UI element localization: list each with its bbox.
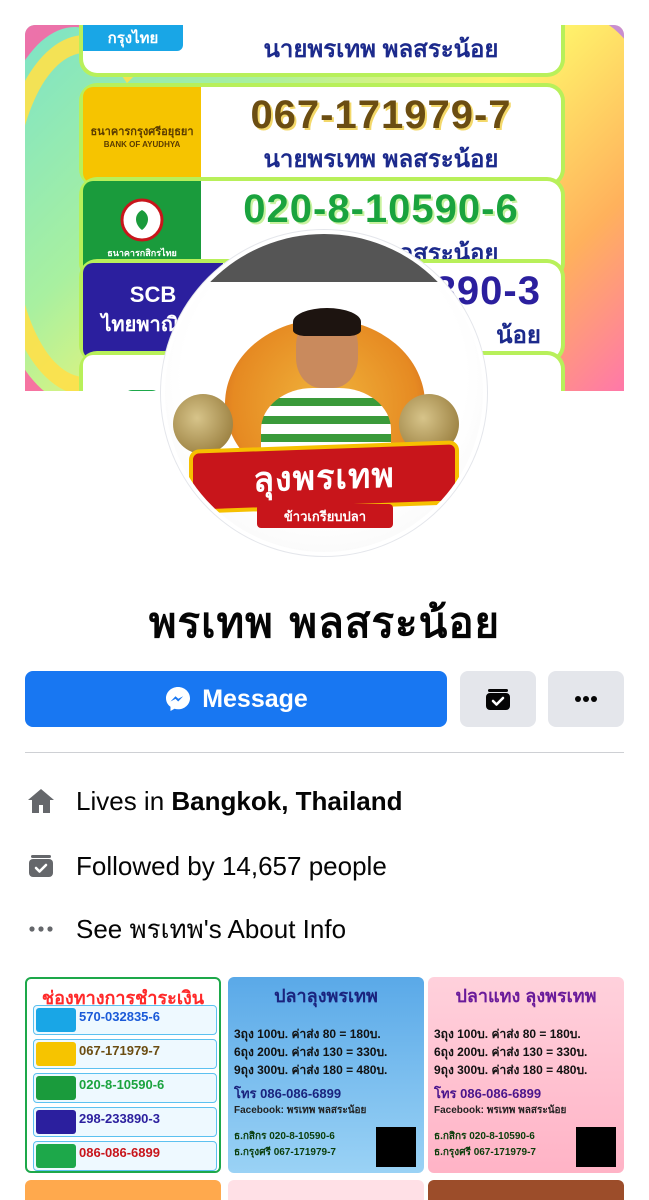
section-divider bbox=[25, 752, 624, 753]
photo-thumbnail[interactable] bbox=[25, 1180, 221, 1200]
brand-subtitle: ข้าวเกรียบปลา bbox=[257, 504, 393, 528]
photo-thumbnail[interactable] bbox=[228, 1180, 424, 1200]
profile-picture[interactable]: ลุงพรเทพ ข้าวเกรียบปลา bbox=[161, 230, 487, 556]
lives-in-city[interactable]: Bangkok, Thailand bbox=[171, 786, 402, 816]
cover-bank-row: กรุงไทย นายพรเทพ พลสระน้อย bbox=[83, 25, 561, 73]
photo-text-line: โทร 086-086-6899 bbox=[234, 1086, 342, 1101]
photo-thumbnail[interactable]: ปลาลุงพรเทพ 3ถุง 100บ. ค่าส่ง 80 = 180บ.… bbox=[228, 977, 424, 1173]
lives-in-prefix: Lives in bbox=[76, 785, 172, 816]
bank-logo bbox=[36, 1008, 76, 1032]
photo-text-line: 9ถุง 300บ. ค่าส่ง 180 = 480บ. bbox=[434, 1063, 588, 1077]
payment-number: 298-233890-3 bbox=[79, 1111, 160, 1126]
line-app-icon bbox=[128, 390, 156, 391]
home-icon bbox=[25, 785, 57, 817]
payment-number: 086-086-6899 bbox=[79, 1145, 160, 1160]
message-button-label: Message bbox=[202, 684, 308, 713]
follow-check-icon bbox=[486, 689, 510, 710]
followers-text: Followed by 14,657 people bbox=[76, 850, 387, 881]
qr-code-icon bbox=[576, 1127, 616, 1167]
about-info-row[interactable]: See พรเทพ's About Info bbox=[25, 909, 624, 949]
fish-mascot-icon bbox=[173, 394, 233, 454]
bank-name-en: BANK OF AYUDHYA bbox=[103, 139, 181, 149]
payment-number: 020-8-10590-6 bbox=[79, 1077, 165, 1092]
account-holder-name: นายพรเทพ พลสระน้อย bbox=[263, 146, 499, 173]
avatar-brand-banner: ลุงพรเทพ bbox=[193, 444, 455, 510]
photo-text-line: ธ.กรุงศรี 067-171979-7 bbox=[434, 1147, 536, 1158]
photo-text-line: 9ถุง 300บ. ค่าส่ง 180 = 480บ. bbox=[234, 1063, 388, 1077]
more-dots-icon bbox=[25, 913, 57, 945]
photo-text-line: ธ.กสิกร 020-8-10590-6 bbox=[234, 1131, 335, 1142]
messenger-icon bbox=[166, 687, 191, 711]
bank-logo bbox=[36, 1110, 76, 1134]
photo-text-line: 3ถุง 100บ. ค่าส่ง 80 = 180บ. bbox=[434, 1027, 581, 1041]
message-button[interactable]: Message bbox=[25, 671, 447, 727]
payment-number: 570-032835-6 bbox=[79, 1009, 160, 1024]
photo-text-line: ธ.กรุงศรี 067-171979-7 bbox=[234, 1147, 336, 1158]
account-number: 020-8-10590-6 bbox=[243, 187, 519, 231]
account-number: 067-171979-7 bbox=[250, 93, 512, 137]
photo-text-line: 3ถุง 100บ. ค่าส่ง 80 = 180บ. bbox=[234, 1027, 381, 1041]
photo-thumbnail[interactable]: ปลาแทง ลุงพรเทพ 3ถุง 100บ. ค่าส่ง 80 = 1… bbox=[428, 977, 624, 1173]
payment-number: 067-171979-7 bbox=[79, 1043, 160, 1058]
qr-code-icon bbox=[376, 1127, 416, 1167]
followers-icon bbox=[25, 850, 57, 882]
account-holder-name: นายพรเทพ พลสระน้อย bbox=[263, 36, 499, 63]
photo-text-line: ธ.กสิกร 020-8-10590-6 bbox=[434, 1131, 535, 1142]
follow-button[interactable] bbox=[460, 671, 536, 727]
bank-logo-ayudhya: ธนาคารกรุงศรีอยุธยา BANK OF AYUDHYA bbox=[83, 87, 201, 183]
photo-text-line: 6ถุง 200บ. ค่าส่ง 130 = 330บ. bbox=[434, 1045, 588, 1059]
bank-logo-ktb: กรุงไทย bbox=[83, 25, 183, 51]
photo-text-line: Facebook: พรเทพ พลสระน้อย bbox=[434, 1105, 567, 1116]
followers-row: Followed by 14,657 people bbox=[25, 846, 624, 886]
brand-name: ลุงพรเทพ bbox=[253, 455, 395, 501]
phone-logo bbox=[36, 1144, 76, 1168]
avatar-top-band bbox=[165, 234, 483, 282]
about-info-text[interactable]: See พรเทพ's About Info bbox=[76, 909, 346, 950]
avatar-hair bbox=[293, 308, 361, 336]
kbank-leaf-icon bbox=[120, 198, 164, 242]
lives-in-text: Lives in Bangkok, Thailand bbox=[76, 786, 403, 817]
cover-bank-row: ธนาคารกรุงศรีอยุธยา BANK OF AYUDHYA 067-… bbox=[83, 87, 561, 183]
photo-title: ปลาแทง ลุงพรเทพ bbox=[455, 986, 597, 1006]
photo-title: ปลาลุงพรเทพ bbox=[274, 986, 378, 1006]
bank-logo bbox=[36, 1076, 76, 1100]
photo-thumbnail[interactable]: ช่องทางการชำระเงิน 570-032835-6 067-1719… bbox=[25, 977, 221, 1173]
bank-logo bbox=[36, 1042, 76, 1066]
photo-thumbnail[interactable] bbox=[428, 1180, 624, 1200]
lives-in-row: Lives in Bangkok, Thailand bbox=[25, 781, 624, 821]
bank-name-th: ธนาคารกรุงศรีอยุธยา bbox=[90, 125, 194, 138]
more-dots-icon bbox=[575, 696, 597, 702]
profile-name: พรเทพ พลสระน้อย bbox=[148, 598, 501, 647]
photo-text-line: โทร 086-086-6899 bbox=[434, 1086, 542, 1101]
more-options-button[interactable] bbox=[548, 671, 624, 727]
photo-text-line: 6ถุง 200บ. ค่าส่ง 130 = 330บ. bbox=[234, 1045, 388, 1059]
photo-text-line: Facebook: พรเทพ พลสระน้อย bbox=[234, 1105, 367, 1116]
